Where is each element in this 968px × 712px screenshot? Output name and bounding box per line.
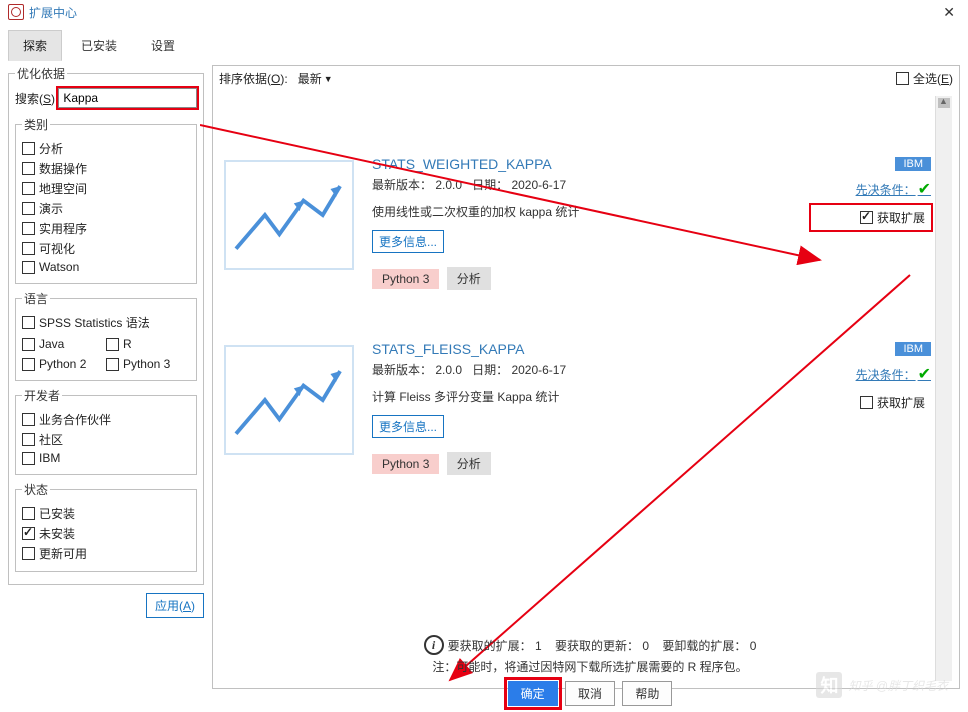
apply-button[interactable]: 应用(A) — [146, 593, 204, 618]
tag-analysis: 分析 — [447, 267, 491, 290]
app-icon — [8, 4, 24, 20]
sidebar: 优化依据 搜索(S): 类别 分析 数据操作 地理空间 演示 实用程序 可视化 … — [8, 65, 204, 689]
more-info-button[interactable]: 更多信息... — [372, 230, 444, 253]
chk-demo[interactable] — [22, 202, 35, 215]
main-tabs: 探索 已安装 设置 — [0, 24, 968, 61]
chk-dataop[interactable] — [22, 162, 35, 175]
extension-meta: 最新版本： 2.0.0 日期： 2020-6-17 — [372, 361, 811, 378]
chk-acquire[interactable] — [860, 396, 873, 409]
note-text: 注：可能时，将通过因特网下载所选扩展需要的 R 程序包。 — [432, 658, 747, 675]
chk-spss[interactable] — [22, 316, 35, 329]
ibm-badge: IBM — [895, 342, 931, 356]
search-input[interactable] — [58, 88, 197, 108]
extension-desc: 使用线性或二次权重的加权 kappa 统计 — [372, 203, 811, 220]
chk-selectall[interactable] — [896, 72, 909, 85]
sort-dropdown[interactable]: 最新▼ — [298, 70, 333, 87]
developer-group: 开发者 业务合作伙伴 社区 IBM — [15, 387, 197, 475]
extension-thumbnail — [224, 160, 354, 270]
tab-settings[interactable]: 设置 — [136, 30, 190, 61]
chk-analysis[interactable] — [22, 142, 35, 155]
sort-label: 排序依据(O): — [219, 70, 288, 87]
category-group: 类别 分析 数据操作 地理空间 演示 实用程序 可视化 Watson — [15, 116, 197, 284]
extension-card: STATS_FLEISS_KAPPA 最新版本： 2.0.0 日期： 2020-… — [220, 331, 935, 486]
category-legend: 类别 — [22, 116, 50, 133]
chk-java[interactable] — [22, 338, 35, 351]
extension-desc: 计算 Fleiss 多评分变量 Kappa 统计 — [372, 388, 811, 405]
extension-thumbnail — [224, 345, 354, 455]
summary-text: 要获取的扩展： 1 要获取的更新： 0 要卸载的扩展： 0 — [448, 637, 757, 654]
chk-geospatial[interactable] — [22, 182, 35, 195]
chk-watson[interactable] — [22, 261, 35, 274]
chk-r[interactable] — [106, 338, 119, 351]
tag-python: Python 3 — [372, 269, 439, 289]
chk-visual[interactable] — [22, 242, 35, 255]
selectall-label: 全选(E) — [913, 70, 953, 87]
status-legend: 状态 — [22, 481, 50, 498]
chk-update[interactable] — [22, 547, 35, 560]
chk-py2[interactable] — [22, 358, 35, 371]
extension-title: STATS_WEIGHTED_KAPPA — [372, 156, 811, 172]
footer: i 要获取的扩展： 1 要获取的更新： 0 要卸载的扩展： 0 注：可能时，将通… — [220, 632, 960, 706]
acquire-extension[interactable]: 获取扩展 — [811, 205, 931, 230]
window-title: 扩展中心 — [29, 4, 77, 21]
search-label: 搜索(S): — [15, 90, 58, 107]
language-group: 语言 SPSS Statistics 语法 Java R Python 2 Py… — [15, 290, 197, 381]
status-group: 状态 已安装 未安装 更新可用 — [15, 481, 197, 572]
optimize-group: 优化依据 搜索(S): 类别 分析 数据操作 地理空间 演示 实用程序 可视化 … — [8, 65, 204, 585]
extension-card: STATS_WEIGHTED_KAPPA 最新版本： 2.0.0 日期： 202… — [220, 146, 935, 301]
chevron-down-icon: ▼ — [324, 74, 333, 84]
chk-partner[interactable] — [22, 413, 35, 426]
prereq-link[interactable]: 先决条件：✔ — [811, 179, 931, 199]
acquire-extension[interactable]: 获取扩展 — [811, 390, 931, 415]
ok-button[interactable]: 确定 — [508, 681, 558, 706]
extension-title: STATS_FLEISS_KAPPA — [372, 341, 811, 357]
cancel-button[interactable]: 取消 — [565, 681, 615, 706]
developer-legend: 开发者 — [22, 387, 62, 404]
check-icon: ✔ — [918, 364, 931, 384]
extension-meta: 最新版本： 2.0.0 日期： 2020-6-17 — [372, 176, 811, 193]
chk-utility[interactable] — [22, 222, 35, 235]
close-icon[interactable]: ✕ — [938, 4, 960, 21]
prereq-link[interactable]: 先决条件：✔ — [811, 364, 931, 384]
help-button[interactable]: 帮助 — [622, 681, 672, 706]
chk-ibm[interactable] — [22, 452, 35, 465]
more-info-button[interactable]: 更多信息... — [372, 415, 444, 438]
language-legend: 语言 — [22, 290, 50, 307]
chk-installed[interactable] — [22, 507, 35, 520]
tag-analysis: 分析 — [447, 452, 491, 475]
chk-py3[interactable] — [106, 358, 119, 371]
tab-installed[interactable]: 已安装 — [66, 30, 132, 61]
check-icon: ✔ — [918, 179, 931, 199]
main-panel: 排序依据(O): 最新▼ 全选(E) STATS_WEIGHTED_KAPPA — [212, 65, 960, 689]
ibm-badge: IBM — [895, 157, 931, 171]
tab-explore[interactable]: 探索 — [8, 30, 62, 61]
scrollbar[interactable] — [935, 96, 952, 681]
chk-community[interactable] — [22, 433, 35, 446]
scrollbar-thumb[interactable] — [938, 98, 950, 108]
chk-notinstalled[interactable] — [22, 527, 35, 540]
chk-acquire[interactable] — [860, 211, 873, 224]
info-icon: i — [424, 635, 444, 655]
optimize-legend: 优化依据 — [15, 65, 67, 82]
tag-python: Python 3 — [372, 454, 439, 474]
